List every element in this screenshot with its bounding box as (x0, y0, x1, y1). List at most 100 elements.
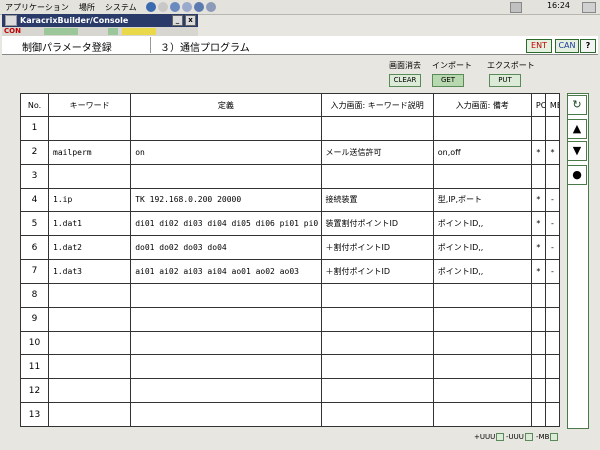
table-row[interactable]: 4 1.ip TK 192.168.0.200 20000 接続装置 型,IP,ポート *… (19, 187, 561, 213)
put-button[interactable]: PUT (489, 74, 521, 87)
clear-button[interactable]: CLEAR (389, 74, 421, 87)
definition-cell[interactable]: TK 192.168.0.200 20000 (130, 187, 322, 213)
pc-flag[interactable] (530, 116, 546, 141)
table-row[interactable]: 3 (19, 163, 561, 189)
menu-places[interactable]: 場所 (74, 2, 100, 13)
definition-cell[interactable]: on (130, 139, 322, 165)
keyword-cell[interactable] (48, 378, 132, 404)
description-cell[interactable] (320, 354, 434, 380)
table-row[interactable]: 9 (19, 306, 561, 332)
scroll-down-icon[interactable]: ▼ (567, 141, 587, 161)
description-cell[interactable]: メール送信許可 (320, 139, 434, 165)
pc-flag[interactable] (530, 163, 546, 189)
minus-uuu[interactable]: -UUU (506, 433, 533, 441)
mail-icon[interactable] (157, 2, 168, 12)
tray-icon[interactable] (582, 2, 596, 13)
pc-flag[interactable]: * (530, 187, 546, 213)
remark-cell[interactable]: on,off (432, 139, 532, 165)
minus-mb[interactable]: -MB (536, 433, 559, 441)
keyword-cell[interactable]: 1.dat1 (48, 211, 132, 237)
remark-cell[interactable]: ポイントID,, (432, 235, 532, 261)
keyword-cell[interactable] (48, 163, 132, 189)
remark-cell[interactable] (432, 306, 532, 332)
definition-cell[interactable]: ai01 ai02 ai03 ai04 ao01 ao02 ao03 (130, 259, 322, 284)
keyword-cell[interactable]: 1.dat2 (48, 235, 132, 261)
mb-flag[interactable]: * (544, 139, 561, 165)
definition-cell[interactable] (130, 282, 322, 308)
minimize-button[interactable]: _ (172, 15, 183, 26)
description-cell[interactable] (320, 402, 434, 427)
keyword-cell[interactable] (48, 116, 132, 141)
plus-uuu[interactable]: +UUU (474, 433, 505, 441)
table-row[interactable]: 2 mailperm on メール送信許可 on,off * * (19, 139, 561, 165)
app-icon-2[interactable] (181, 2, 192, 12)
table-row[interactable]: 5 1.dat1 di01 di02 di03 di04 di05 di06 pi0… (19, 211, 561, 237)
remark-cell[interactable]: ポイントID,, (432, 211, 532, 237)
description-cell[interactable] (320, 306, 434, 332)
pc-flag[interactable]: * (530, 139, 546, 165)
keyword-cell[interactable]: 1.dat3 (48, 259, 132, 284)
table-row[interactable]: 13 (19, 402, 561, 427)
keyword-cell[interactable] (48, 282, 132, 308)
keyword-cell[interactable] (48, 330, 132, 356)
remark-cell[interactable] (432, 330, 532, 356)
volume-icon[interactable] (510, 2, 522, 13)
get-button[interactable]: GET (432, 74, 464, 87)
definition-cell[interactable] (130, 330, 322, 356)
definition-cell[interactable]: di01 di02 di03 di04 di05 di06 pi01 pi0 (130, 211, 322, 237)
pc-flag[interactable] (530, 330, 546, 356)
remark-cell[interactable] (432, 354, 532, 380)
table-row[interactable]: 11 (19, 354, 561, 380)
mb-flag[interactable] (544, 378, 561, 404)
remark-cell[interactable] (432, 116, 532, 141)
app-icon-4[interactable] (205, 2, 216, 12)
pc-flag[interactable] (530, 354, 546, 380)
remark-cell[interactable] (432, 282, 532, 308)
app-icon-1[interactable] (169, 2, 180, 12)
keyword-cell[interactable] (48, 306, 132, 332)
description-cell[interactable] (320, 330, 434, 356)
mb-flag[interactable] (544, 116, 561, 141)
definition-cell[interactable] (130, 163, 322, 189)
mb-flag[interactable] (544, 402, 561, 427)
mb-flag[interactable]: - (544, 187, 561, 213)
minus-mb-checkbox[interactable] (550, 433, 559, 441)
mb-flag[interactable] (544, 306, 561, 332)
keyword-cell[interactable] (48, 354, 132, 380)
mb-flag[interactable]: - (544, 211, 561, 237)
menu-applications[interactable]: アプリケーション (0, 2, 74, 13)
table-row[interactable]: 8 (19, 282, 561, 308)
table-row[interactable]: 10 (19, 330, 561, 356)
pc-flag[interactable]: * (530, 235, 546, 261)
remark-cell[interactable] (432, 402, 532, 427)
pc-flag[interactable]: * (530, 259, 546, 284)
description-cell[interactable] (320, 116, 434, 141)
description-cell[interactable] (320, 282, 434, 308)
definition-cell[interactable] (130, 354, 322, 380)
table-row[interactable]: 6 1.dat2 do01 do02 do03 do04 ＋割付ポイントID ポイントI… (19, 235, 561, 261)
ent-button[interactable]: ENT (526, 39, 552, 53)
plus-uuu-checkbox[interactable] (496, 433, 505, 441)
pc-flag[interactable] (530, 378, 546, 404)
pc-flag[interactable] (530, 306, 546, 332)
description-cell[interactable]: ＋割付ポイントID (320, 259, 434, 284)
description-cell[interactable] (320, 378, 434, 404)
definition-cell[interactable] (130, 378, 322, 404)
mb-flag[interactable] (544, 163, 561, 189)
pc-flag[interactable]: * (530, 211, 546, 237)
refresh-icon[interactable]: ↻ (567, 95, 587, 115)
description-cell[interactable]: 装置割付ポイントID (320, 211, 434, 237)
menu-system[interactable]: システム (100, 2, 142, 13)
scroll-up-icon[interactable]: ▲ (567, 119, 587, 139)
app-icon-3[interactable] (193, 2, 204, 12)
definition-cell[interactable] (130, 116, 322, 141)
browser-icon[interactable] (145, 2, 156, 12)
remark-cell[interactable] (432, 163, 532, 189)
table-row[interactable]: 1 (19, 116, 561, 141)
description-cell[interactable] (320, 163, 434, 189)
remark-cell[interactable]: ポイントID,, (432, 259, 532, 284)
table-row[interactable]: 12 (19, 378, 561, 404)
definition-cell[interactable]: do01 do02 do03 do04 (130, 235, 322, 261)
remark-cell[interactable] (432, 378, 532, 404)
table-row[interactable]: 7 1.dat3 ai01 ai02 ai03 ai04 ao01 ao02 ao0… (19, 259, 561, 284)
